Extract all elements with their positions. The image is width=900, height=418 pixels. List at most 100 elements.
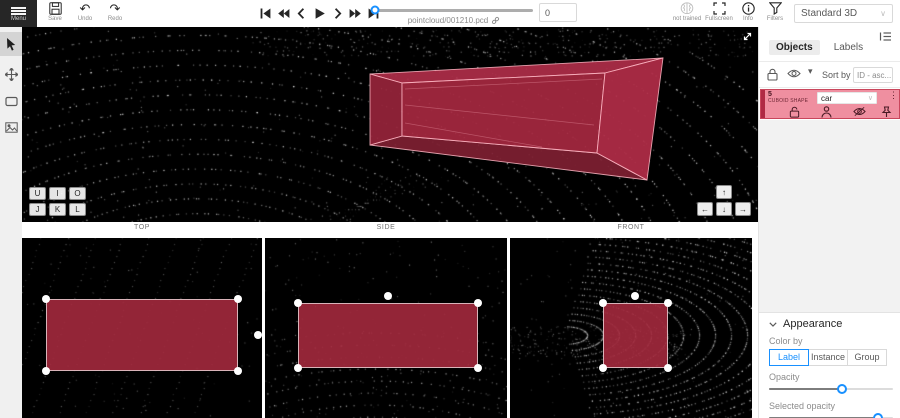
opacity-label: Opacity [769,372,890,382]
resize-handle[interactable] [294,364,302,372]
hidden-eye-icon[interactable] [853,106,866,117]
hide-all-icon[interactable] [787,68,801,79]
info-label: Info [743,16,753,22]
top-view-label: TOP [22,224,262,236]
perspective-viewport[interactable]: U I O J K L ↑ ← ↓ → [22,27,758,222]
tab-objects[interactable]: Objects [769,40,820,55]
resize-handle[interactable] [599,299,607,307]
side-viewport[interactable] [265,238,507,418]
first-frame-button[interactable] [258,6,272,20]
lock-all-icon[interactable] [767,68,778,81]
sort-order-select[interactable]: ID - asc... [853,67,893,83]
arrow-left-key[interactable]: ← [697,202,713,216]
undo-button[interactable]: ↶ Undo [72,2,98,22]
top-toolbar: Menu Save ↶ Undo ↷ Redo pointcl [0,0,900,27]
opacity-slider-handle[interactable] [837,384,847,394]
color-by-option-group[interactable]: Group [847,349,887,366]
info-button[interactable]: Info [735,2,761,22]
object-action-icons [761,105,899,119]
next-frame-icon [331,7,344,20]
backward-button[interactable] [276,6,290,20]
selected-opacity-slider[interactable] [769,412,893,418]
appearance-panel: Appearance Color by Label Instance Group… [759,312,900,418]
filters-button[interactable]: Filters [762,2,788,22]
object-item-car[interactable]: 5 CUBOID SHAPE car ∨ ⋮ [760,89,900,119]
rotation-handle[interactable] [254,331,262,339]
rotation-handle[interactable] [384,292,392,300]
previous-frame-icon [295,7,308,20]
resize-handle[interactable] [234,367,242,375]
opacity-slider[interactable] [769,383,893,395]
object-label-select[interactable]: car ∨ [817,92,877,104]
resize-handle[interactable] [599,364,607,372]
object-id: 5 [768,91,772,98]
frame-number-input[interactable] [539,3,577,22]
link-icon[interactable] [491,16,500,25]
draw-cuboid-tool-button[interactable] [0,89,22,113]
key-o[interactable]: O [69,187,86,200]
fullscreen-button[interactable]: Fullscreen [706,2,732,22]
tab-labels[interactable]: Labels [834,42,863,53]
resize-handle[interactable] [474,299,482,307]
unlock-icon[interactable] [789,106,800,118]
brain-icon [680,2,694,15]
sort-order-value: ID - asc... [857,71,891,80]
key-k[interactable]: K [49,203,66,216]
pin-icon[interactable] [881,106,892,118]
filename-row: pointcloud/001210.pcd [373,16,535,25]
selected-opacity-slider-handle[interactable] [873,413,883,418]
rotation-handle[interactable] [631,292,639,300]
expand-all-icon[interactable]: ▾ [808,66,813,77]
cuboid-annotation[interactable] [22,27,758,222]
resize-handle[interactable] [42,295,50,303]
arrow-right-key[interactable]: → [735,202,751,216]
chevron-down-icon: ∨ [880,9,886,18]
play-icon [313,7,326,20]
arrow-up-key[interactable]: ↑ [716,185,732,199]
move-tool-button[interactable] [0,62,22,86]
cuboid-projection-top[interactable] [46,299,238,371]
cuboid-projection-side[interactable] [298,303,478,368]
resize-handle[interactable] [294,299,302,307]
color-by-options: Label Instance Group [769,349,890,366]
resize-view-icon[interactable] [742,31,753,42]
appearance-header[interactable]: Appearance [769,318,890,330]
image-tool-button[interactable] [0,115,22,139]
key-u[interactable]: U [29,187,46,200]
key-j[interactable]: J [29,203,46,216]
resize-handle[interactable] [42,367,50,375]
save-label: Save [48,16,62,22]
arrow-down-key[interactable]: ↓ [716,202,732,216]
ai-tools-button[interactable]: not trained [674,2,700,22]
resize-handle[interactable] [234,295,242,303]
menu-button[interactable]: Menu [0,0,37,27]
filters-label: Filters [767,16,783,22]
front-viewport[interactable] [510,238,752,418]
resize-handle[interactable] [664,364,672,372]
tabs-divider [759,61,900,62]
resize-handle[interactable] [664,299,672,307]
frame-slider[interactable] [375,7,533,13]
redo-button[interactable]: ↷ Redo [102,2,128,22]
save-button[interactable]: Save [42,2,68,22]
color-by-option-label[interactable]: Label [769,349,809,366]
object-menu-icon[interactable]: ⋮ [889,91,898,99]
cursor-tool-button[interactable] [0,32,22,56]
key-l[interactable]: L [69,203,86,216]
workspace-mode-select[interactable]: Standard 3D ∨ [794,4,893,23]
play-button[interactable] [312,6,326,20]
collapse-sidebar-icon[interactable] [879,31,892,42]
occluded-person-icon[interactable] [821,106,832,118]
cuboid-projection-front[interactable] [603,303,668,368]
forward-button[interactable] [348,6,362,20]
top-viewport[interactable] [22,238,262,418]
resize-handle[interactable] [474,364,482,372]
color-by-option-instance[interactable]: Instance [808,349,848,366]
redo-label: Redo [108,16,122,22]
cuboid-tool-icon [5,96,18,107]
undo-icon: ↶ [80,2,91,15]
next-frame-button[interactable] [330,6,344,20]
key-i[interactable]: I [49,187,66,200]
frame-slider-handle[interactable] [371,6,380,15]
previous-frame-button[interactable] [294,6,308,20]
